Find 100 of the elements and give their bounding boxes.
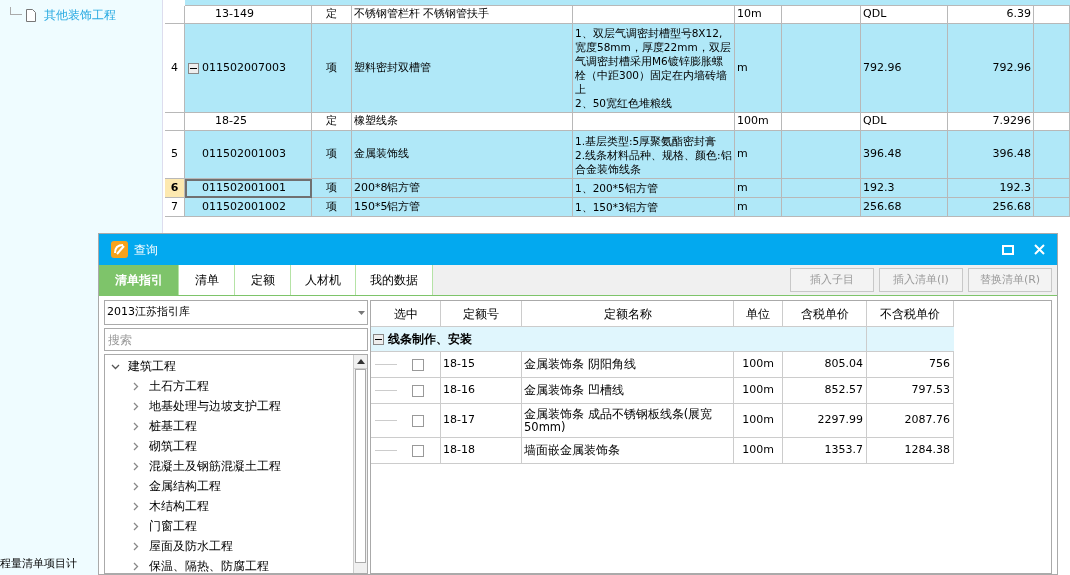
- table-cell: 18-18: [441, 438, 522, 463]
- table-cell: 金属装饰线: [352, 131, 573, 179]
- table-cell: 塑料密封双槽管: [352, 24, 573, 113]
- code-text: 011502001001: [201, 179, 286, 196]
- table-cell: 项: [312, 179, 352, 198]
- table-cell: 256.68: [948, 198, 1034, 217]
- table-cell: 项: [312, 131, 352, 179]
- collapse-icon[interactable]: [373, 333, 384, 345]
- table-cell: QDL: [861, 6, 948, 24]
- tree-item[interactable]: 保温、隔热、防腐工程: [149, 557, 269, 573]
- document-icon: [26, 8, 36, 22]
- scrollbar[interactable]: [353, 355, 367, 573]
- scroll-up-icon[interactable]: [356, 359, 365, 364]
- table-cell: [1034, 179, 1070, 198]
- table-cell: 192.3: [948, 179, 1034, 198]
- table-cell: 不锈钢管栏杆 不锈钢管扶手: [352, 6, 573, 24]
- tab[interactable]: 清单: [179, 265, 235, 295]
- table-cell: [1034, 113, 1070, 131]
- table-cell: 18-16: [441, 378, 522, 403]
- dropdown-caret-icon: [358, 310, 365, 315]
- table-cell: 1、150*3铝方管: [573, 198, 735, 217]
- table-cell: 100m: [734, 378, 783, 403]
- table-cell: [1034, 131, 1070, 179]
- tree-item[interactable]: 土石方工程: [149, 377, 209, 395]
- table-cell: 金属装饰条 阴阳角线: [522, 352, 734, 377]
- collapse-icon[interactable]: [188, 62, 199, 74]
- maximize-icon[interactable]: [1002, 244, 1014, 255]
- row-number: 7: [165, 198, 185, 217]
- table-cell: 1353.7: [783, 438, 867, 463]
- close-icon[interactable]: [1034, 244, 1045, 255]
- library-select[interactable]: 2013江苏指引库: [104, 300, 368, 325]
- tab[interactable]: 我的数据: [356, 265, 433, 295]
- tab[interactable]: 人材机: [291, 265, 356, 295]
- group-label: 线条制作、安装: [388, 331, 472, 348]
- row-number: 5: [165, 131, 185, 179]
- checkbox[interactable]: [412, 358, 424, 371]
- table-cell: 18-15: [441, 352, 522, 377]
- table-cell: 2087.76: [867, 404, 954, 437]
- tree-item[interactable]: 金属结构工程: [149, 477, 221, 495]
- table-cell: 18-17: [441, 404, 522, 437]
- table-cell: 396.48: [948, 131, 1034, 179]
- status-text: 程量清单项目计: [0, 557, 77, 570]
- table-cell: 项: [312, 24, 352, 113]
- row-number: 6: [165, 179, 185, 198]
- checkbox[interactable]: [412, 444, 424, 457]
- table-cell: 852.57: [783, 378, 867, 403]
- table-cell: 200*8铝方管: [352, 179, 573, 198]
- code-text: 13-149: [215, 6, 254, 23]
- code-text: 011502001003: [201, 146, 286, 163]
- window-title: 查询: [134, 241, 158, 259]
- table-cell: 1、200*5铝方管: [573, 179, 735, 198]
- table-cell: [1034, 198, 1070, 217]
- table-cell: 10m: [735, 6, 782, 24]
- table-cell: QDL: [861, 113, 948, 131]
- table-cell: 2297.99: [783, 404, 867, 437]
- table-cell: 100m: [734, 438, 783, 463]
- table-cell: 256.68: [861, 198, 948, 217]
- tree-item[interactable]: 屋面及防水工程: [149, 537, 233, 555]
- code-text: 18-25: [215, 113, 247, 130]
- table-cell: 792.96: [861, 24, 948, 113]
- table-cell: 定: [312, 6, 352, 24]
- tree-item[interactable]: 建筑工程: [128, 357, 176, 375]
- table-cell: 797.53: [867, 378, 954, 403]
- table-cell: 756: [867, 352, 954, 377]
- table-cell: 100m: [734, 352, 783, 377]
- table-cell: 805.04: [783, 352, 867, 377]
- table-cell: 定: [312, 113, 352, 131]
- table-cell: 金属装饰条 成品不锈钢板线条(展宽50mm): [522, 404, 734, 437]
- app-logo-icon: [111, 241, 128, 258]
- table-cell: [1034, 6, 1070, 24]
- table-cell: 1、双层气调密封槽型号8X12,宽度58mm，厚度22mm，双层气调密封槽采用M6镀锌膨胀螺栓（中距300）固定在内墙砖墙上 2、50宽红色堆粮线: [573, 24, 735, 113]
- tree-item[interactable]: 混凝土及钢筋混凝土工程: [149, 457, 281, 475]
- table-cell: m: [735, 131, 782, 179]
- tree-item[interactable]: 桩基工程: [149, 417, 197, 435]
- table-cell: 792.96: [948, 24, 1034, 113]
- table-cell: 100m: [735, 113, 782, 131]
- table-cell: 1284.38: [867, 438, 954, 463]
- tree-item[interactable]: 木结构工程: [149, 497, 209, 515]
- table-cell: 6.39: [948, 6, 1034, 24]
- row-number: 4: [165, 24, 185, 113]
- table-cell: 墙面嵌金属装饰条: [522, 438, 734, 463]
- tree-item[interactable]: 砌筑工程: [149, 437, 197, 455]
- table-cell: m: [735, 198, 782, 217]
- tree-item[interactable]: 地基处理与边坡支护工程: [149, 397, 281, 415]
- table-cell: m: [735, 24, 782, 113]
- search-field[interactable]: 搜索: [104, 328, 368, 351]
- table-cell: 396.48: [861, 131, 948, 179]
- table-cell: m: [735, 179, 782, 198]
- code-text: 011502001002: [201, 198, 286, 215]
- table-cell: 金属装饰条 凹槽线: [522, 378, 734, 403]
- table-cell: 橡塑线条: [352, 113, 573, 131]
- checkbox[interactable]: [412, 384, 424, 397]
- table-cell: 7.9296: [948, 113, 1034, 131]
- tree-item[interactable]: 门窗工程: [149, 517, 197, 535]
- table-cell: 1.基层类型:5厚聚氨酯密封膏 2.线条材料品种、规格、颜色:铝合金装饰线条: [573, 131, 735, 179]
- tab[interactable]: 定额: [235, 265, 291, 295]
- table-cell: 项: [312, 198, 352, 217]
- table-cell: 150*5铝方管: [352, 198, 573, 217]
- code-text: 011502007003: [202, 59, 286, 76]
- checkbox[interactable]: [412, 414, 424, 427]
